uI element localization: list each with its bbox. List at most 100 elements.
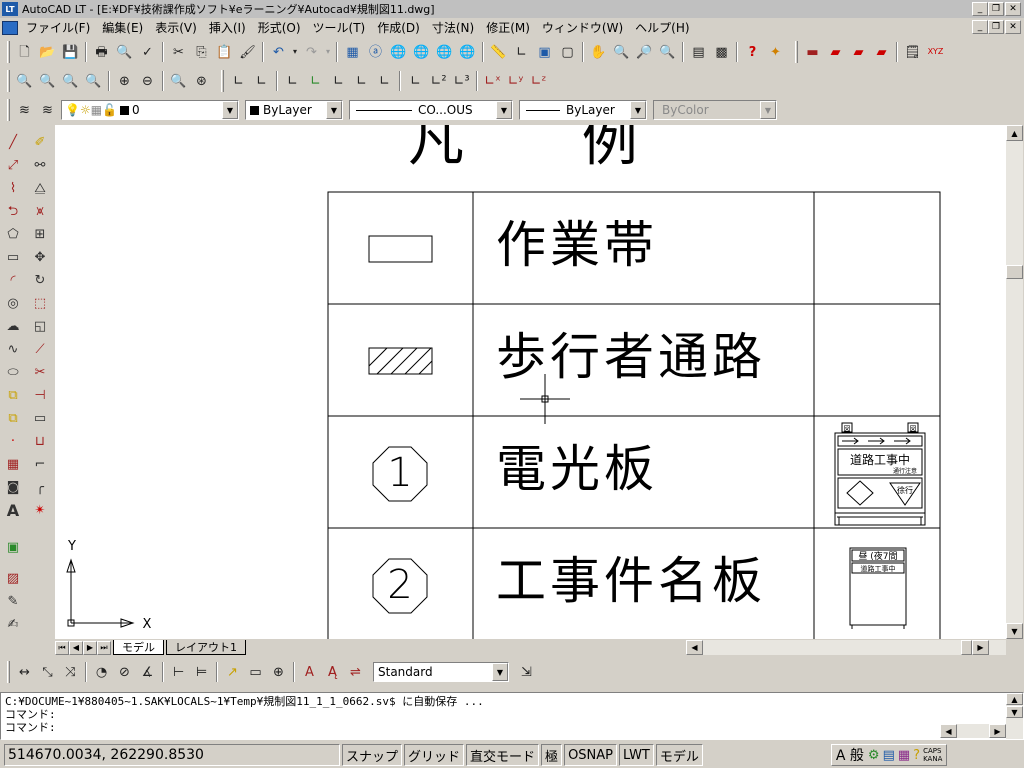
close-button[interactable]: ✕ xyxy=(1005,2,1021,16)
arc-icon[interactable]: ◜ xyxy=(2,269,24,292)
leader-icon[interactable]: ↗ xyxy=(221,661,244,683)
layer-manager-icon[interactable]: ≋ xyxy=(13,99,36,121)
hyperlink-icon[interactable]: 🌐 xyxy=(433,41,456,63)
help-icon[interactable]: ? xyxy=(741,41,764,63)
toolbar-grip[interactable] xyxy=(7,41,10,63)
menu-file[interactable]: ファイル(F) xyxy=(20,19,96,36)
prev-tab-icon[interactable]: ◀ xyxy=(69,640,83,655)
ucs-x-rotate-icon[interactable]: ∟ˣ xyxy=(481,70,504,92)
save-icon[interactable]: 💾 xyxy=(59,41,82,63)
copy-icon[interactable]: ⎘ xyxy=(190,41,213,63)
ucs-world-icon[interactable]: ∟ xyxy=(227,70,250,92)
toolbar-grip[interactable] xyxy=(7,70,10,92)
region-icon[interactable]: ◙ xyxy=(2,476,24,499)
zoom-previous-icon[interactable]: 🔍 xyxy=(656,41,679,63)
aligned-dimension-icon[interactable]: ⤡ xyxy=(36,661,59,683)
design-center-icon[interactable]: ▦ xyxy=(341,41,364,63)
polyline-icon[interactable]: ⌇ xyxy=(2,177,24,200)
baseline-dimension-icon[interactable]: ⊢ xyxy=(167,661,190,683)
rotate-icon[interactable]: ↻ xyxy=(29,269,51,292)
zoom-window-icon[interactable]: 🔎 xyxy=(633,41,656,63)
circle-icon[interactable]: ◎ xyxy=(2,292,24,315)
redo-dropdown-icon[interactable]: ▾ xyxy=(323,41,333,63)
ime-tool-icon[interactable]: ⚙ xyxy=(868,748,880,763)
last-tab-icon[interactable]: ⏭ xyxy=(97,640,111,655)
rectangle-icon[interactable]: ▭ xyxy=(2,246,24,269)
scroll-up-icon[interactable]: ▲ xyxy=(1006,125,1023,141)
doc-restore-button[interactable]: ❐ xyxy=(988,20,1004,34)
doc-close-button[interactable]: ✕ xyxy=(1005,20,1021,34)
make-block-icon[interactable]: ⧉ xyxy=(2,407,24,430)
properties-icon[interactable]: ▣ xyxy=(533,41,556,63)
extend-icon[interactable]: ⊣ xyxy=(29,384,51,407)
toolbar-grip[interactable] xyxy=(7,99,10,121)
ucs-z-rotate-icon[interactable]: ∟ᶻ xyxy=(527,70,550,92)
zoom-realtime-icon[interactable]: 🔍 xyxy=(610,41,633,63)
menu-tools[interactable]: ツール(T) xyxy=(307,19,372,36)
insert-block-icon[interactable]: ⧉ xyxy=(2,384,24,407)
vertical-scroll-thumb[interactable] xyxy=(1006,265,1023,279)
point-icon[interactable]: · xyxy=(2,430,24,453)
layer-walk-icon[interactable]: ▰ xyxy=(847,41,870,63)
express-tools-icon[interactable]: ✦ xyxy=(764,41,787,63)
menu-insert[interactable]: 挿入(I) xyxy=(203,19,252,36)
osnap-toggle[interactable]: OSNAP xyxy=(564,744,618,766)
ordinate-dimension-icon[interactable]: ⤨ xyxy=(59,661,82,683)
drawing-canvas[interactable]: 凡 例 1 2 作業帯 歩行者通路 電光板 工事件名板 図 図 道路工事中 通行… xyxy=(55,125,1006,639)
horizontal-scroll-thumb[interactable] xyxy=(961,640,972,655)
fillet-icon[interactable]: ╭ xyxy=(29,476,51,499)
dimension-edit-icon[interactable]: A xyxy=(298,661,321,683)
revision-cloud-icon[interactable]: ☁ xyxy=(2,315,24,338)
coordinates-display[interactable]: 514670.0034, 262290.8530 xyxy=(4,744,340,766)
menu-draw[interactable]: 作成(D) xyxy=(371,19,426,36)
multiline-text-icon[interactable]: A xyxy=(2,499,24,522)
undo-dropdown-icon[interactable]: ▾ xyxy=(290,41,300,63)
menu-view[interactable]: 表示(V) xyxy=(149,19,203,36)
diameter-dimension-icon[interactable]: ⊘ xyxy=(113,661,136,683)
copy-object-icon[interactable]: ⚯ xyxy=(29,154,51,177)
ucs-object-icon[interactable]: ∟ xyxy=(281,70,304,92)
match-properties-icon[interactable]: 🖌 xyxy=(236,41,259,63)
command-window[interactable]: C:¥DOCUME~1¥880405~1.SAK¥LOCALS~1¥Temp¥規… xyxy=(0,692,1024,740)
restore-button[interactable]: ❐ xyxy=(988,2,1004,16)
menu-modify[interactable]: 修正(M) xyxy=(480,19,536,36)
cut-icon[interactable]: ✂ xyxy=(167,41,190,63)
ucs-y-rotate-icon[interactable]: ∟ʸ xyxy=(504,70,527,92)
polygon-shape-icon[interactable]: ⬠ xyxy=(2,223,24,246)
menu-help[interactable]: ヘルプ(H) xyxy=(629,19,695,36)
chevron-down-icon[interactable]: ▼ xyxy=(326,101,342,119)
hatch-icon[interactable]: ▦ xyxy=(2,453,24,476)
new-icon[interactable]: 🗋 xyxy=(13,41,36,63)
scale-icon[interactable]: ⬚ xyxy=(29,292,51,315)
dimension-update-icon[interactable]: ⇌ xyxy=(344,661,367,683)
model-toggle[interactable]: モデル xyxy=(655,744,703,766)
ucs-3point-icon[interactable]: ∟ xyxy=(404,70,427,92)
ime-pad-icon[interactable]: ▦ xyxy=(898,748,910,763)
undo-icon[interactable]: ↶ xyxy=(267,41,290,63)
electronic-signboard-drawing[interactable]: 図 図 道路工事中 通行注意 徐行 xyxy=(834,422,926,526)
mirror-icon[interactable]: ⧋ xyxy=(29,177,51,200)
minimize-button[interactable]: _ xyxy=(972,2,988,16)
break-icon[interactable]: ▭ xyxy=(29,407,51,430)
text-edit-icon[interactable]: 🗒 xyxy=(901,41,924,63)
linear-dimension-icon[interactable]: ↔ xyxy=(13,661,36,683)
command-scrollbar[interactable]: ▲ ▼ xyxy=(1006,693,1023,739)
scroll-left-icon[interactable]: ◀ xyxy=(940,724,957,738)
doc-minimize-button[interactable]: _ xyxy=(972,20,988,34)
tab-model[interactable]: モデル xyxy=(113,640,164,655)
open-icon[interactable]: 📂 xyxy=(36,41,59,63)
drawing-svg[interactable]: 凡 例 1 2 作業帯 歩行者通路 電光板 工事件名板 図 図 道路工事中 通行… xyxy=(55,125,1006,639)
command-hscrollbar[interactable]: ◀ ▶ xyxy=(940,724,1006,738)
scroll-right-icon[interactable]: ▶ xyxy=(989,724,1006,738)
zoom-window-icon[interactable]: 🔍 xyxy=(13,70,36,92)
menu-dimension[interactable]: 寸法(N) xyxy=(426,19,480,36)
globe-icon[interactable]: 🌐 xyxy=(387,41,410,63)
zoom-in-icon[interactable]: ⊕ xyxy=(113,70,136,92)
scroll-right-icon[interactable]: ▶ xyxy=(972,640,989,655)
layer-state-icon[interactable]: ▰ xyxy=(824,41,847,63)
chevron-down-icon[interactable]: ▼ xyxy=(492,663,508,681)
ucs-3-icon[interactable]: ∟³ xyxy=(450,70,473,92)
ucs-previous-icon[interactable]: ∟ xyxy=(250,70,273,92)
horizontal-scrollbar[interactable]: ◀ ▶ xyxy=(686,640,1006,655)
ucs-face-icon[interactable]: ∟ xyxy=(304,70,327,92)
